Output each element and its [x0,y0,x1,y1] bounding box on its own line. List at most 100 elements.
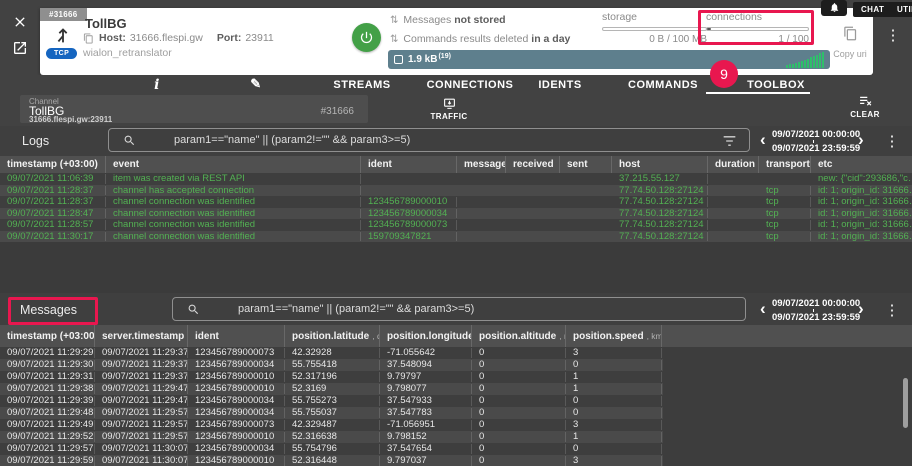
logs-date-range[interactable]: 09/07/2021 00:00:00 09/07/2021 23:59:59 [772,129,854,154]
table-cell: 9.797037 [380,456,472,466]
table-row[interactable]: 09/07/2021 11:29:3109/07/2021 11:29:3712… [0,371,663,383]
column-header[interactable]: position.altitude, met… [472,325,566,347]
table-cell: 0 [472,396,566,406]
copy-uri-button[interactable]: Copy uri [828,26,872,59]
column-header[interactable]: ident [188,325,285,347]
archive-arrows-icon: ⇅ [390,15,398,26]
messages-date-range[interactable]: 09/07/2021 00:00:00 09/07/2021 23:59:59 [772,298,854,323]
date-prev-chevron[interactable]: ‹ [760,132,766,148]
notifications-bell-icon[interactable] [821,0,847,16]
column-header[interactable]: host [612,156,708,173]
table-cell: 09/07/2021 11:30:07 [95,456,188,466]
clear-button[interactable]: CLEAR [844,95,886,119]
table-row[interactable]: 09/07/2021 11:29:3009/07/2021 11:29:3712… [0,359,663,371]
column-header[interactable]: messages [457,156,506,173]
table-cell: 0 [566,444,662,454]
table-row[interactable]: 09/07/2021 11:29:2909/07/2021 11:29:3712… [0,347,663,359]
channel-type-icon [52,24,74,46]
table-cell: 09/07/2021 11:28:47 [0,209,106,219]
column-header[interactable]: transport [759,156,811,173]
tab-info[interactable]: i [154,77,160,93]
filter-icon[interactable] [722,134,737,146]
column-header[interactable]: server.timestamp (+0… [95,325,188,347]
table-cell: 09/07/2021 11:28:37 [0,197,106,207]
date-prev-chevron[interactable]: ‹ [760,301,766,317]
date-next-chevron[interactable]: › [858,301,864,317]
table-cell: id: 1; origin_id: 31666… [811,232,912,242]
column-header[interactable]: timestamp (+03:00) [0,325,95,347]
column-header[interactable]: received [506,156,560,173]
table-cell: 0 [566,396,662,406]
traffic-mini-bar [801,61,803,68]
table-row[interactable]: 09/07/2021 11:06:39item was created via … [0,173,912,185]
table-cell: 123456789000034 [361,209,457,219]
table-row[interactable]: 09/07/2021 11:29:5209/07/2021 11:29:5712… [0,431,663,443]
date-to: 09/07/2021 23:59:59 [772,312,854,323]
column-header[interactable]: position.longitude, d… [380,325,472,347]
table-cell: 123456789000034 [188,444,285,454]
tab-connections[interactable]: CONNECTIONS [427,79,514,91]
archive-arrows-icon: ⇅ [390,34,398,45]
table-cell: 09/07/2021 11:29:37 [95,360,188,370]
storage-label: storage [602,11,707,23]
traffic-mini-bar [813,56,815,68]
column-header[interactable]: duration [708,156,759,173]
tab-streams[interactable]: STREAMS [333,79,390,91]
date-to: 09/07/2021 23:59:59 [772,143,854,154]
tab-edit-pencil-icon[interactable]: ✎ [250,76,261,92]
tab-idents[interactable]: IDENTS [538,79,581,91]
table-cell: tcp [759,232,811,242]
table-row[interactable]: 09/07/2021 11:30:17channel connection wa… [0,231,912,243]
logs-search-input[interactable] [174,134,722,146]
table-cell: 123456789000034 [188,396,285,406]
table-row[interactable]: 09/07/2021 11:28:57channel connection wa… [0,219,912,231]
table-cell: 3 [566,348,662,358]
column-header[interactable]: event [106,156,361,173]
table-row[interactable]: 09/07/2021 11:28:37channel connection wa… [0,196,912,208]
chat-button[interactable]: CHAT [853,2,892,17]
table-cell: 09/07/2021 11:28:57 [0,220,106,230]
utils-button[interactable]: UTILS [889,2,912,17]
traffic-button[interactable]: TRAFFIC [420,95,478,123]
column-header[interactable]: etc [811,156,912,173]
table-cell: 09/07/2021 11:29:47 [95,384,188,394]
table-row[interactable]: 09/07/2021 11:29:4809/07/2021 11:29:5712… [0,407,663,419]
copy-host-icon[interactable] [83,33,94,44]
table-cell: channel connection was identified [106,209,361,219]
traffic-mini-bar [795,63,797,68]
table-row[interactable]: 09/07/2021 11:29:4909/07/2021 11:29:5712… [0,419,663,431]
traffic-summary-bar[interactable]: 1.9 kB (19) [388,50,830,69]
table-row[interactable]: 09/07/2021 11:29:5709/07/2021 11:30:0712… [0,443,663,455]
table-cell: new: {"cid":293686,"c… [811,174,912,184]
table-cell: 123456789000034 [188,360,285,370]
logs-kebab-menu[interactable]: ⋮ [884,132,900,150]
channel-id: #31666 [321,106,354,117]
date-next-chevron[interactable]: › [858,132,864,148]
header-zone: #31666 TollBG TCP Host: 31666.flespi.gw … [0,0,912,75]
tab-commands[interactable]: COMMANDS [628,79,698,91]
power-toggle-button[interactable] [352,23,381,52]
close-icon[interactable] [12,14,30,32]
column-header[interactable]: position.latitude, deg… [285,325,380,347]
table-row[interactable]: 09/07/2021 11:28:37channel has accepted … [0,185,912,197]
table-row[interactable]: 09/07/2021 11:29:3809/07/2021 11:29:4712… [0,383,663,395]
table-cell: 0 [472,348,566,358]
header-kebab-menu[interactable]: ⋮ [885,26,901,44]
table-row[interactable]: 09/07/2021 11:29:5909/07/2021 11:30:0712… [0,455,663,466]
column-header[interactable]: ident [361,156,457,173]
channel-selector[interactable]: Channel TollBG 31666.flespi.gw:23911 #31… [20,95,368,123]
column-header[interactable]: timestamp (+03:00) [0,156,106,173]
table-cell: 0 [472,444,566,454]
column-header[interactable]: position.speed, km/h [566,325,662,347]
tab-toolbox[interactable]: TOOLBOX [747,79,805,91]
column-header[interactable]: sent [560,156,612,173]
table-cell: 9.798152 [380,432,472,442]
messages-vertical-scrollbar[interactable] [903,378,908,428]
table-row[interactable]: 09/07/2021 11:28:47channel connection wa… [0,208,912,220]
open-in-new-icon[interactable] [12,40,30,58]
logs-table-header: timestamp (+03:00)eventidentmessagesrece… [0,156,912,173]
column-header[interactable] [662,325,912,347]
messages-search-input[interactable] [238,303,745,315]
messages-kebab-menu[interactable]: ⋮ [884,301,900,319]
table-row[interactable]: 09/07/2021 11:29:3909/07/2021 11:29:4712… [0,395,663,407]
